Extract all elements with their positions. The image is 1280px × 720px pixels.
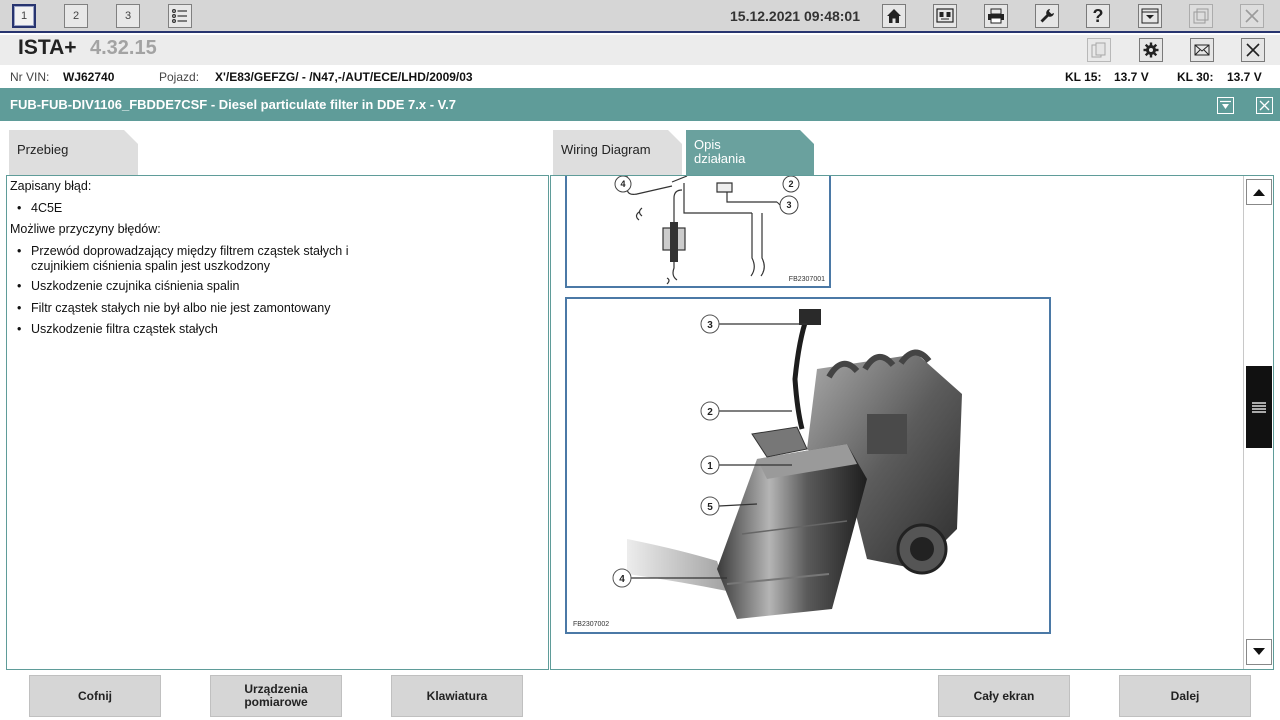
cause-4: Uszkodzenie filtra cząstek stałych [31,322,218,336]
header-title: FUB-FUB-DIV1106_FBDDE7CSF - Diesel parti… [10,97,456,112]
vin-label: Nr VIN: [10,70,50,84]
fig2-callout-3: 3 [707,320,713,331]
cause-1-line-1: Przewód doprowadzający między filtrem cz… [31,244,349,258]
tab-wiring-label: Wiring Diagram [561,142,651,157]
cause-3: Filtr cząstek stałych nie był albo nie j… [31,301,331,315]
fault-code: 4C5E [31,201,63,215]
fullscreen-button[interactable]: Cały ekran [938,675,1070,717]
session-2-button[interactable]: 2 [64,4,88,28]
function-description-panel: 4 2 3 FB2307001 3 2 1 5 4 FB2307002 [550,175,1274,670]
tab-przebieg[interactable]: Przebieg [9,130,138,176]
kl15-label: KL 15: [1065,70,1102,84]
vertical-scrollbar[interactable] [1243,176,1273,669]
app-version: 4.32.15 [90,37,157,59]
arrow-down-icon [1253,648,1265,655]
close-panel-icon[interactable] [1256,97,1273,114]
bullet: • [17,279,22,293]
stored-fault-label: Zapisany błąd: [10,179,92,193]
fullscreen-button-label: Cały ekran [973,688,1035,703]
arrow-up-icon [1253,189,1265,196]
tab-opis-label-1: Opis [694,137,721,152]
car-data-icon[interactable] [933,4,957,28]
window-icon[interactable] [1189,4,1213,28]
kl30-value: 13.7 V [1227,70,1262,84]
collapse-icon[interactable] [1217,97,1234,114]
back-button[interactable]: Cofnij [29,675,161,717]
list-icon[interactable] [168,4,192,28]
bullet: • [17,301,22,315]
close-icon[interactable] [1240,4,1264,28]
fault-info-panel: Zapisany błąd: • 4C5E Możliwe przyczyny … [6,175,549,670]
kl15-value: 13.7 V [1114,70,1149,84]
tab-wiring-diagram[interactable]: Wiring Diagram [553,130,682,176]
scroll-down-button[interactable] [1246,639,1272,665]
fig1-callout-2: 2 [788,179,793,189]
top-toolbar: 1 2 3 15.12.2021 09:48:01 ? [0,0,1280,33]
session-1-button[interactable]: 1 [12,4,36,28]
fig1-callout-4: 4 [620,179,625,189]
scroll-thumb[interactable] [1246,366,1272,448]
measuring-devices-button[interactable]: Urządzenia pomiarowe [210,675,342,717]
fig2-callout-4: 4 [619,574,625,585]
help-icon[interactable]: ? [1086,4,1110,28]
datetime: 15.12.2021 09:48:01 [730,8,860,24]
session-3-button[interactable]: 3 [116,4,140,28]
home-icon[interactable] [882,4,906,28]
fig2-callout-1: 1 [707,461,713,472]
devices-label-2: pomiarowe [244,695,308,709]
figure-1-code: FB2307001 [788,276,825,283]
kl30-label: KL 30: [1177,70,1214,84]
fig2-callout-5: 5 [707,502,713,513]
figure-schematic: 4 2 3 FB2307001 [565,176,831,288]
mail-icon[interactable] [1190,38,1214,62]
tab-opis-label-2: działania [694,151,746,166]
title-row: ISTA+ 4.32.15 [0,35,1280,65]
causes-label: Możliwe przyczyny błędów: [10,222,161,236]
app-name: ISTA+ [18,36,77,59]
bullet: • [17,201,22,215]
vehicle-label: Pojazd: [159,70,200,84]
tab-opis-dzialania[interactable]: Opis działania [686,130,814,176]
cause-2: Uszkodzenie czujnika ciśnienia spalin [31,279,240,293]
next-button-label: Dalej [1170,688,1200,703]
documents-icon[interactable] [1087,38,1111,62]
keyboard-button[interactable]: Klawiatura [391,675,523,717]
vehicle-info-row: Nr VIN: WJ62740 Pojazd: X'/E83/GEFZG/ - … [0,66,1280,88]
scroll-up-button[interactable] [1246,179,1272,205]
back-button-label: Cofnij [78,688,112,703]
vehicle-value: X'/E83/GEFZG/ - /N47,-/AUT/ECE/LHD/2009/… [215,70,473,84]
test-plan-header: FUB-FUB-DIV1106_FBDDE7CSF - Diesel parti… [0,88,1280,121]
bullet: • [17,322,22,336]
next-button[interactable]: Dalej [1119,675,1251,717]
tab-przebieg-label: Przebieg [17,142,69,157]
close-session-icon[interactable] [1241,38,1265,62]
keyboard-button-label: Klawiatura [426,688,488,703]
print-icon[interactable] [984,4,1008,28]
wrench-icon[interactable] [1035,4,1059,28]
fig2-callout-2: 2 [707,407,713,418]
figure-2-code: FB2307002 [573,621,610,628]
cause-1-line-2: czujnikiem ciśnienia spalin jest uszkodz… [31,259,271,273]
grip-icon [1252,402,1266,413]
figure-dpf-component: 3 2 1 5 4 FB2307002 [565,297,1051,634]
bullet: • [17,244,22,258]
gear-icon[interactable] [1139,38,1163,62]
vin-value: WJ62740 [63,70,115,84]
schematic-drawing: 4 2 3 [614,176,800,285]
measure-icon[interactable] [1138,4,1162,28]
dpf-illustration: 3 2 1 5 4 [612,309,962,619]
fig1-callout-3: 3 [786,200,791,210]
